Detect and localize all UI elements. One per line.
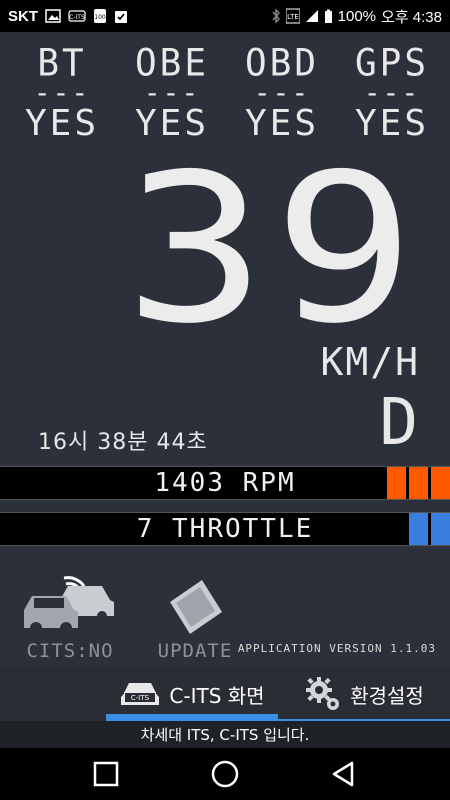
rpm-level: [387, 467, 450, 499]
gear-indicator: D: [379, 386, 418, 460]
gear-icon: [306, 677, 340, 710]
status-name: BT: [37, 41, 87, 85]
status-dash: ---: [253, 76, 311, 109]
status-name: GPS: [354, 41, 430, 85]
bluetooth-icon: [271, 8, 281, 24]
download-icon: [114, 8, 128, 24]
update-label: UPDATE: [157, 640, 233, 662]
cits-status-label: CITS:NO: [26, 640, 114, 662]
status-value: YES: [24, 103, 100, 144]
tab-label: C-ITS 화면: [169, 683, 265, 708]
battery-icon: [324, 9, 333, 24]
app-version: APPLICATION VERSION 1.1.03: [237, 642, 436, 655]
cits-icon: C-ITS: [68, 9, 86, 23]
cits-status-button[interactable]: CITS:NO: [20, 572, 120, 662]
time-readout: 16시 38분 44초: [38, 430, 208, 455]
wifi-icon: LTE: [285, 8, 300, 24]
level-cell: [431, 513, 450, 545]
signal-icon: [305, 9, 319, 23]
update-button[interactable]: UPDATE: [140, 572, 250, 662]
car-icon-badge: C-ITS: [131, 694, 150, 702]
throttle-bar: 7 THROTTLE: [0, 512, 450, 546]
tab-label: 환경설정: [350, 683, 424, 708]
update-card-icon: [170, 580, 222, 634]
active-tab-indicator: [106, 714, 278, 721]
svg-text:100: 100: [94, 14, 106, 21]
status-dash: ---: [143, 76, 201, 109]
status-name: OBD: [244, 41, 320, 85]
battery-percent: 100%: [337, 7, 377, 25]
carrier-label: SKT: [8, 7, 38, 25]
status-dash: ---: [363, 76, 421, 109]
android-status-bar: SKT C-ITS 100 LTE 100% 오후 4:38: [0, 0, 450, 32]
footer-message: 차세대 ITS, C-ITS 입니다.: [0, 721, 450, 748]
car-icon: C-ITS: [121, 683, 160, 705]
recent-apps-button[interactable]: [66, 748, 146, 800]
home-button[interactable]: [185, 748, 265, 800]
speed-readout: 39: [124, 131, 422, 369]
circle-icon: [211, 760, 239, 788]
tab-settings[interactable]: 환경설정: [278, 667, 450, 721]
status-dash: ---: [33, 76, 91, 109]
back-button[interactable]: [304, 748, 384, 800]
tab-cits-screen[interactable]: C-ITS C-ITS 화면: [106, 667, 278, 721]
image-icon: [45, 9, 61, 23]
status-name: OBE: [134, 41, 210, 85]
sim-icon: 100: [93, 8, 107, 24]
level-cell: [409, 467, 428, 499]
back-triangle-icon: [332, 761, 354, 787]
square-icon: [93, 761, 119, 787]
status-bt: BT --- YES: [12, 41, 112, 146]
android-nav-bar: [0, 748, 450, 800]
speed-unit: KM/H: [320, 340, 420, 384]
svg-text:C-ITS: C-ITS: [69, 14, 85, 21]
rpm-bar: 1403 RPM: [0, 466, 450, 500]
tab-bar: C-ITS C-ITS 화면 환경설정: [0, 667, 450, 721]
dashboard-screen: BT --- YES OBE --- YES OBD --- YES GPS -…: [0, 32, 450, 748]
throttle-level: [409, 513, 450, 545]
level-cell: [431, 467, 450, 499]
cars-icon: [24, 576, 114, 634]
clock: 오후 4:38: [381, 8, 442, 26]
rpm-text: 1403 RPM: [154, 468, 296, 498]
level-cell: [409, 513, 428, 545]
level-cell: [387, 467, 406, 499]
throttle-text: 7 THROTTLE: [136, 514, 314, 544]
svg-text:LTE: LTE: [287, 13, 299, 21]
